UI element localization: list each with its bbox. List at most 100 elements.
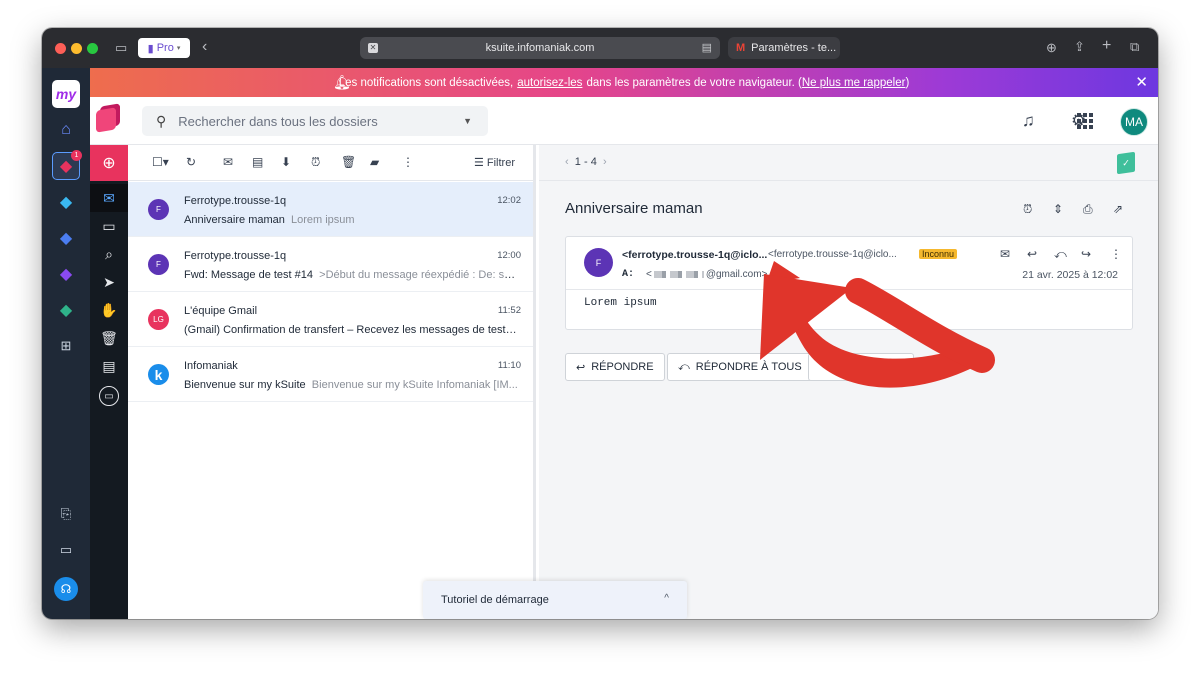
calendar-app-icon[interactable]: ◆ xyxy=(52,224,80,252)
minimize-window-button[interactable] xyxy=(71,43,82,54)
next-page-icon[interactable]: › xyxy=(603,156,607,168)
authorize-notifications-link[interactable]: autorisez-les xyxy=(517,77,582,89)
folder-spam[interactable]: ✋ xyxy=(90,296,128,324)
folder-inbox-active[interactable]: ✉ xyxy=(90,184,128,212)
reader-icon[interactable]: ▤ xyxy=(702,41,712,54)
address-bar[interactable]: ✕ ksuite.infomaniak.com ▤ xyxy=(360,37,720,59)
zoom-window-button[interactable] xyxy=(87,43,98,54)
folder-move-icon[interactable]: ▰ xyxy=(370,155,379,169)
tutorial-panel[interactable]: Tutoriel de démarrage ^ xyxy=(423,581,687,619)
message-card: F <ferrotype.trousse-1q@iclo... <ferroty… xyxy=(565,236,1133,330)
collapse-icon[interactable]: ⇕ xyxy=(1053,202,1063,216)
dismiss-reminder-link[interactable]: Ne plus me rappeler xyxy=(802,77,906,89)
list-item[interactable]: LG L'équipe Gmail 11:52 (Gmail) Confirma… xyxy=(128,292,533,347)
app-area: my ⌂ ◆ 1 ◆ ◆ ◆ ◆ ⊞ ⎘ ▭ ☊ 🔔︎ Les notifica… xyxy=(42,68,1158,619)
avatar: LG xyxy=(148,309,169,330)
mail-time: 12:00 xyxy=(497,250,521,261)
chevron-up-icon[interactable]: ^ xyxy=(664,593,669,604)
mail-preview: >Début du message réexpédié : De: sen... xyxy=(319,269,520,281)
move-icon[interactable]: ⬇ xyxy=(281,155,291,169)
archive-action-icon[interactable]: ▤ xyxy=(252,155,263,169)
filter-button[interactable]: ☰ Filtrer xyxy=(474,156,515,169)
search-input[interactable]: Rechercher dans tous les dossiers xyxy=(178,114,463,129)
more-vertical-icon[interactable]: ⋮ xyxy=(1110,247,1122,261)
sender-name[interactable]: <ferrotype.trousse-1q@iclo... xyxy=(622,249,767,261)
mail-sender: Ferrotype.trousse-1q xyxy=(184,250,287,262)
folder-sent[interactable]: ➤ xyxy=(90,268,128,296)
pager-bar: ‹ 1 - 4 › ✓ xyxy=(539,145,1158,181)
list-item[interactable]: k Infomaniak 11:10 Bienvenue sur my kSui… xyxy=(128,347,533,402)
print-icon[interactable]: ⎙ xyxy=(1083,202,1093,217)
folder-inbox[interactable]: ▭ xyxy=(90,212,128,240)
avatar: F xyxy=(584,248,613,277)
forward-icon[interactable]: ↪ xyxy=(1081,247,1091,261)
avatar: F xyxy=(148,199,169,220)
folder-all-mail[interactable]: ▭ xyxy=(90,382,128,410)
close-icon[interactable]: ✕ xyxy=(1135,73,1148,91)
open-external-icon[interactable]: ⇗ xyxy=(1113,202,1123,216)
my-ksuite-logo[interactable]: my xyxy=(52,80,80,108)
snooze-thread-icon[interactable]: ⏰︎ xyxy=(1023,202,1032,217)
folder-archive[interactable]: ▤ xyxy=(90,352,128,380)
reply-icon[interactable]: ↩ xyxy=(1027,247,1037,261)
support-headset-icon[interactable]: ☊ xyxy=(54,577,78,601)
mark-read-icon[interactable]: ✉ xyxy=(223,155,233,169)
mail-app-icon[interactable]: ◆ 1 xyxy=(52,150,82,180)
reply-all-icon[interactable]: ⤺ xyxy=(1054,247,1067,262)
bell-icon: 🔔︎ xyxy=(333,74,351,90)
search-bar[interactable]: ⚲ Rechercher dans tous les dossiers ▼ xyxy=(142,106,488,136)
app-rail: my ⌂ ◆ 1 ◆ ◆ ◆ ◆ ⊞ ⎘ ▭ ☊ xyxy=(42,68,90,619)
reply-button[interactable]: ↩ RÉPONDRE xyxy=(565,353,665,381)
back-icon[interactable]: ‹ xyxy=(202,38,207,56)
home-icon[interactable]: ⌂ xyxy=(52,116,80,144)
reply-all-icon: ⤺ xyxy=(678,360,690,373)
browser-tab[interactable]: M Paramètres - te... xyxy=(728,37,840,59)
list-item[interactable]: F Ferrotype.trousse-1q 12:02 Anniversair… xyxy=(128,182,533,237)
mark-unread-icon[interactable]: ✉ xyxy=(1000,247,1010,261)
tab-title: Paramètres - te... xyxy=(751,42,837,54)
delete-icon[interactable]: 🗑︎ xyxy=(341,155,356,169)
prev-page-icon[interactable]: ‹ xyxy=(565,156,569,168)
folder-trash[interactable]: 🗑︎ xyxy=(90,324,128,352)
app-header: ⚲ Rechercher dans tous les dossiers ▼ ♫ … xyxy=(90,97,1158,145)
search-icon: ⚲ xyxy=(156,112,167,129)
send-icon: ➤ xyxy=(103,273,115,290)
reading-pane: ‹ 1 - 4 › ✓ Anniversaire maman ⏰︎ ⇕ ⎙ ⇗ … xyxy=(539,145,1158,619)
mailbox-icon: ▭ xyxy=(99,386,119,406)
close-window-button[interactable] xyxy=(55,43,66,54)
sidebar-toggle-icon[interactable]: ▭ xyxy=(115,40,127,56)
snooze-icon[interactable]: ⏰︎ xyxy=(311,155,320,170)
reply-all-button[interactable]: ⤺ RÉPONDRE À TOUS xyxy=(667,353,813,381)
site-favicon-icon: ✕ xyxy=(368,43,378,53)
add-app-icon[interactable]: ⊞ xyxy=(52,332,80,360)
new-message-button[interactable]: ⊕ xyxy=(90,145,128,181)
meet-app-icon[interactable]: ◆ xyxy=(52,296,80,324)
refresh-icon[interactable]: ↻ xyxy=(186,155,196,169)
chat-icon[interactable]: ▭ xyxy=(52,536,80,564)
profile-button[interactable]: ▮ Pro ▾ xyxy=(138,38,190,58)
apps-dots-icon[interactable] xyxy=(1077,113,1093,129)
forward-button[interactable] xyxy=(808,353,914,381)
message-body: Lorem ipsum xyxy=(584,297,657,309)
drive-app-icon[interactable]: ◆ xyxy=(52,188,80,216)
security-check-icon[interactable]: ✓ xyxy=(1117,151,1135,175)
recipient-address: < @gmail.com> xyxy=(646,269,768,280)
select-all-checkbox-icon[interactable]: ☐▾ xyxy=(152,155,169,169)
tab-overview-icon[interactable]: ⧉ xyxy=(1130,39,1139,55)
list-item[interactable]: F Ferrotype.trousse-1q 12:00 Fwd: Messag… xyxy=(128,237,533,292)
user-avatar[interactable]: MA xyxy=(1120,108,1148,136)
mail-sender: Infomaniak xyxy=(184,360,238,372)
contacts-app-icon[interactable]: ◆ xyxy=(52,260,80,288)
more-vertical-icon[interactable]: ⋮ xyxy=(402,155,414,169)
notifications-bell-icon[interactable]: ♫ xyxy=(1022,111,1035,131)
search-options-caret-icon[interactable]: ▼ xyxy=(463,116,472,126)
sender-address: <ferrotype.trousse-1q@iclo... xyxy=(768,249,897,260)
help-icon[interactable]: ⎘ xyxy=(52,500,80,528)
share-icon[interactable]: ⇪ xyxy=(1074,39,1085,55)
redacted-text xyxy=(653,270,704,278)
download-icon[interactable]: ⊕ xyxy=(1046,40,1057,56)
browser-window: ▭ ▮ Pro ▾ ‹ ✕ ksuite.infomaniak.com ▤ M … xyxy=(42,28,1158,619)
new-tab-icon[interactable]: + xyxy=(1102,37,1111,55)
kmail-logo[interactable] xyxy=(96,103,122,133)
folder-search[interactable]: ⌕ xyxy=(90,240,128,268)
